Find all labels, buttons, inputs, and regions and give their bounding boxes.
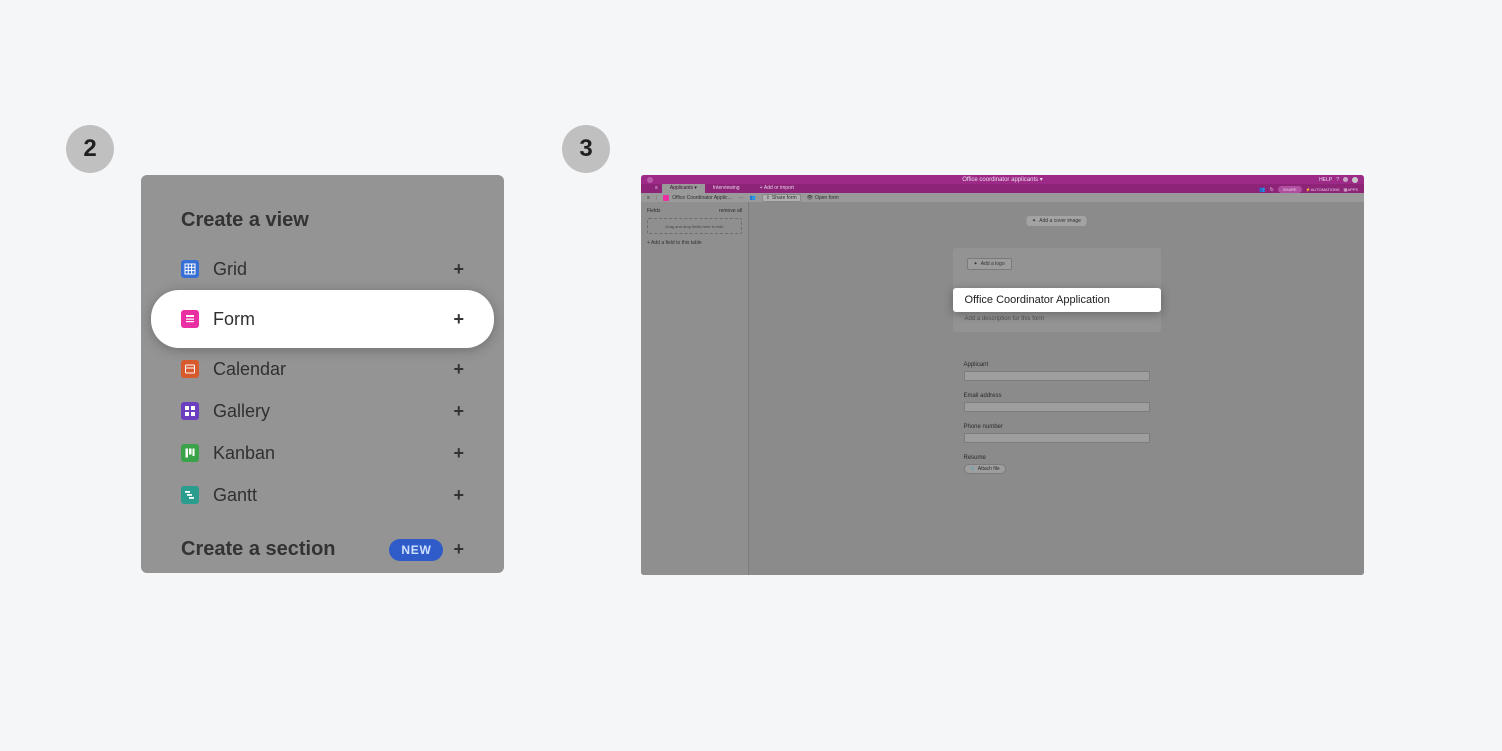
kanban-icon	[181, 444, 199, 462]
people-icon[interactable]: 👥	[1259, 187, 1265, 193]
add-logo-button[interactable]: ✦ Add a logo	[967, 258, 1012, 270]
field-label: Applicant	[964, 362, 1150, 368]
notification-icon[interactable]	[1343, 177, 1348, 182]
field-label: Email address	[964, 393, 1150, 399]
add-field-button[interactable]: + Add a field to this table	[647, 240, 742, 246]
plus-icon[interactable]: +	[453, 401, 464, 422]
form-builder-screenshot: Office coordinator applicants ▾ HELP ? ≡…	[641, 175, 1364, 575]
plus-icon[interactable]: +	[453, 359, 464, 380]
tab-add-or-import[interactable]: + Add or import	[754, 183, 800, 193]
create-view-panel: Create a view Grid + Form + Calendar + G…	[141, 175, 504, 573]
view-option-form[interactable]: Form +	[151, 290, 494, 348]
avatar-icon[interactable]	[1352, 177, 1358, 183]
view-option-calendar[interactable]: Calendar +	[141, 348, 504, 390]
fields-side-panel: Fields remove all Drag and drop fields h…	[641, 202, 749, 575]
form-title-input[interactable]: Office Coordinator Application	[953, 288, 1161, 312]
gallery-icon	[181, 402, 199, 420]
step-badge-2: 2	[66, 125, 114, 173]
help-link[interactable]: HELP	[1319, 177, 1332, 183]
collaborators-icon[interactable]: 👥	[749, 195, 755, 201]
gantt-icon	[181, 486, 199, 504]
create-view-heading: Create a view	[141, 209, 504, 248]
plus-icon: +	[760, 185, 763, 191]
new-badge: NEW	[389, 539, 443, 561]
eye-icon: 👁	[807, 195, 813, 201]
views-sidebar-toggle-icon[interactable]: ≡	[647, 195, 650, 201]
view-menu-dots-icon[interactable]: ⋯	[738, 195, 743, 201]
plus-icon[interactable]: +	[453, 309, 464, 330]
share-icon: ⇪	[766, 195, 770, 201]
plus-icon[interactable]: +	[453, 443, 464, 464]
form-field-phone[interactable]: Phone number	[964, 424, 1150, 443]
form-field-email[interactable]: Email address	[964, 393, 1150, 412]
view-option-label: Gallery	[213, 401, 439, 422]
view-option-label: Kanban	[213, 443, 439, 464]
view-option-label: Calendar	[213, 359, 439, 380]
chevron-down-icon[interactable]: ▾	[694, 185, 697, 191]
hidden-fields-dropzone[interactable]: Drag and drop fields here to hide	[647, 218, 742, 234]
view-option-gallery[interactable]: Gallery +	[141, 390, 504, 432]
grid-icon	[181, 260, 199, 278]
share-base-button[interactable]: SHARE	[1278, 186, 1302, 193]
view-option-label: Form	[213, 309, 439, 330]
open-form-button[interactable]: 👁 Open form	[807, 195, 839, 201]
plus-icon[interactable]: +	[453, 259, 464, 280]
views-sidebar-toggle-icon[interactable]: ≡	[651, 183, 662, 193]
calendar-icon	[181, 360, 199, 378]
form-field-applicant[interactable]: Applicant	[964, 362, 1150, 381]
plus-icon[interactable]: +	[453, 485, 464, 506]
text-input[interactable]	[964, 371, 1150, 381]
fields-heading: Fields	[647, 208, 660, 214]
apps-button[interactable]: ▦APPS	[1344, 187, 1358, 192]
view-switcher[interactable]: Office Coordinator Applic…	[663, 195, 732, 201]
base-right-controls: 👥 ↻ SHARE ⚡AUTOMATIONS ▦APPS	[1259, 186, 1364, 193]
base-title[interactable]: Office coordinator applicants ▾	[962, 176, 1043, 183]
image-icon: ✦	[1032, 218, 1036, 224]
paperclip-icon: 📎	[970, 466, 976, 472]
share-form-button[interactable]: ⇪ Share form	[762, 194, 801, 202]
view-option-gantt[interactable]: Gantt +	[141, 474, 504, 516]
create-section-row[interactable]: Create a section NEW +	[141, 538, 504, 561]
automations-button[interactable]: ⚡AUTOMATIONS	[1306, 187, 1340, 192]
history-icon[interactable]: ↻	[1270, 187, 1274, 193]
form-header-card: ✦ Add a logo Office Coordinator Applicat…	[953, 248, 1161, 332]
field-label: Resume	[964, 455, 1150, 461]
app-titlebar: Office coordinator applicants ▾ HELP ?	[641, 175, 1364, 184]
add-cover-image-button[interactable]: ✦ Add a cover image	[1026, 216, 1087, 226]
plus-icon[interactable]: +	[453, 539, 464, 560]
remove-all-link[interactable]: remove all	[719, 208, 742, 214]
tab-applicants[interactable]: Applicants ▾	[662, 183, 705, 193]
create-section-label: Create a section	[181, 538, 379, 561]
chevron-down-icon[interactable]: ▾	[1040, 177, 1043, 183]
form-canvas: ✦ Add a cover image ✦ Add a logo Office …	[749, 202, 1364, 575]
help-icon[interactable]: ?	[1336, 177, 1339, 183]
view-option-kanban[interactable]: Kanban +	[141, 432, 504, 474]
view-option-grid[interactable]: Grid +	[141, 248, 504, 290]
image-icon: ✦	[974, 261, 978, 267]
app-logo-icon[interactable]	[647, 177, 653, 183]
form-icon	[663, 195, 669, 201]
text-input[interactable]	[964, 433, 1150, 443]
tab-interviewing[interactable]: Interviewing	[705, 183, 748, 193]
table-tabbar: ≡ Applicants ▾ Interviewing + Add or imp…	[641, 184, 1364, 193]
step-badge-3: 3	[562, 125, 610, 173]
view-option-label: Grid	[213, 259, 439, 280]
view-toolbar: ≡ | Office Coordinator Applic… ⋯ 👥 ⇪ Sha…	[641, 193, 1364, 202]
form-icon	[181, 310, 199, 328]
form-field-resume[interactable]: Resume 📎 Attach file	[964, 455, 1150, 474]
view-option-label: Gantt	[213, 485, 439, 506]
text-input[interactable]	[964, 402, 1150, 412]
attach-file-button[interactable]: 📎 Attach file	[964, 464, 1006, 474]
field-label: Phone number	[964, 424, 1150, 430]
form-description-input[interactable]: Add a description for this form	[953, 312, 1161, 332]
form-fields-list: Applicant Email address Phone number Res…	[964, 362, 1150, 486]
